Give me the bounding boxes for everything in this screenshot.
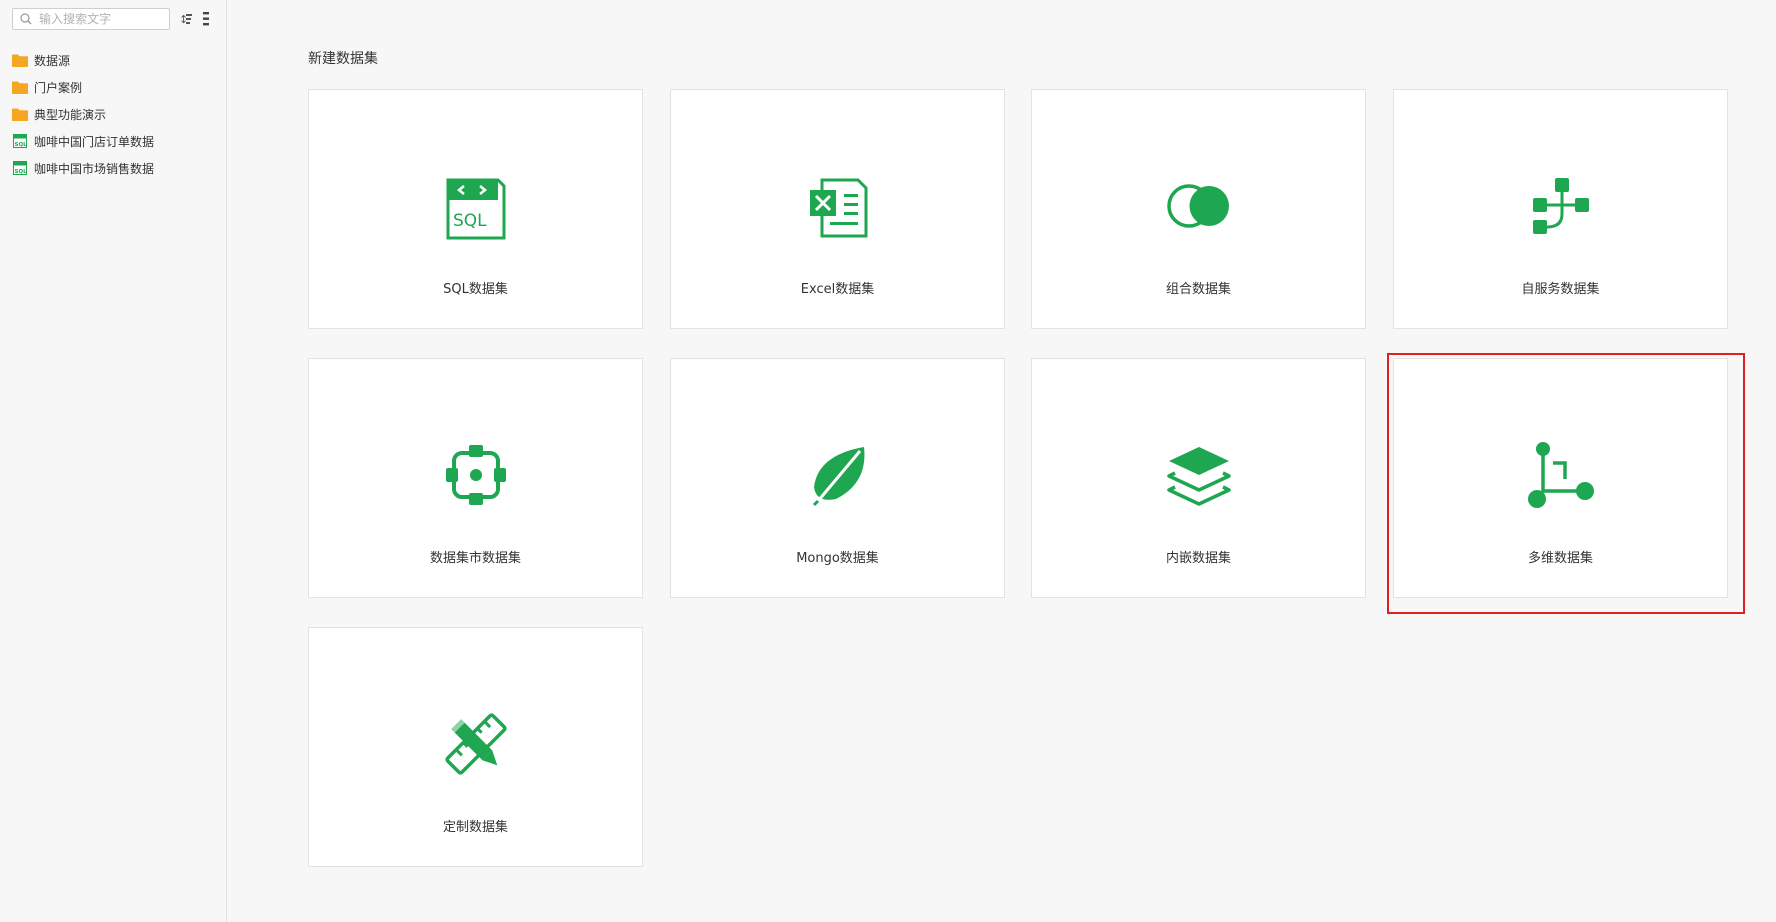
card-label: Mongo数据集 bbox=[796, 551, 879, 566]
self-service-icon bbox=[1532, 178, 1589, 234]
card-multidimensional-dataset[interactable]: 多维数据集 bbox=[1393, 358, 1728, 598]
card-combined-dataset[interactable]: 组合数据集 bbox=[1031, 89, 1366, 329]
card-label: 多维数据集 bbox=[1527, 551, 1593, 566]
tree-item-label: 门户案例 bbox=[34, 80, 83, 95]
card-label: SQL数据集 bbox=[443, 282, 508, 297]
card-mongo-dataset[interactable]: Mongo数据集 bbox=[670, 358, 1005, 598]
tree-item-coffee-store-orders[interactable]: SQL 咖啡中国门店订单数据 bbox=[12, 131, 154, 151]
page-title: 新建数据集 bbox=[308, 51, 378, 67]
card-embedded-dataset[interactable]: 内嵌数据集 bbox=[1031, 358, 1366, 598]
card-label: Excel数据集 bbox=[800, 282, 875, 297]
search-input[interactable] bbox=[39, 11, 165, 27]
tree-item-portal-cases[interactable]: 门户案例 bbox=[12, 77, 82, 97]
mongo-leaf-icon bbox=[812, 447, 864, 507]
search-box[interactable] bbox=[12, 8, 170, 30]
card-custom-dataset[interactable]: 定制数据集 bbox=[308, 627, 643, 867]
card-self-service-dataset[interactable]: 自服务数据集 bbox=[1393, 89, 1728, 329]
card-label: 内嵌数据集 bbox=[1165, 551, 1231, 566]
folder-icon bbox=[12, 80, 28, 94]
sql-dataset-icon: SQL bbox=[12, 161, 28, 175]
layers-icon bbox=[1166, 447, 1231, 506]
tree-item-feature-demo[interactable]: 典型功能演示 bbox=[12, 104, 106, 124]
svg-text:SQL: SQL bbox=[15, 169, 28, 175]
tree-item-label: 典型功能演示 bbox=[34, 107, 107, 122]
folder-icon bbox=[12, 107, 28, 121]
card-data-mart-dataset[interactable]: 数据集市数据集 bbox=[308, 358, 643, 598]
card-label: 组合数据集 bbox=[1165, 282, 1231, 297]
sql-dataset-icon: SQL bbox=[12, 134, 28, 148]
more-menu-icon[interactable] bbox=[199, 10, 213, 28]
combined-icon bbox=[1166, 184, 1229, 228]
card-label: 自服务数据集 bbox=[1521, 282, 1600, 297]
card-excel-dataset[interactable]: Excel数据集 bbox=[670, 89, 1005, 329]
search-icon bbox=[20, 13, 32, 25]
card-sql-dataset[interactable]: SQL SQL数据集 bbox=[308, 89, 643, 329]
svg-text:SQL: SQL bbox=[15, 142, 28, 148]
card-label: 数据集市数据集 bbox=[429, 551, 521, 566]
svg-text:SQL: SQL bbox=[453, 211, 487, 231]
tree-item-label: 数据源 bbox=[34, 53, 71, 68]
multidimensional-icon bbox=[1527, 442, 1594, 508]
sql-icon: SQL bbox=[446, 178, 505, 240]
sidebar: ↕ 数据源 门户案例 典型功能演示 SQL 咖啡中国门店订单数据 SQL bbox=[0, 0, 227, 922]
excel-icon bbox=[809, 178, 867, 238]
folder-icon bbox=[12, 53, 28, 67]
data-mart-icon bbox=[445, 445, 506, 505]
sort-icon[interactable]: ↕ bbox=[179, 10, 193, 28]
tree-item-label: 咖啡中国门店订单数据 bbox=[34, 134, 155, 149]
tree-item-label: 咖啡中国市场销售数据 bbox=[34, 161, 155, 176]
tree-item-coffee-market-sales[interactable]: SQL 咖啡中国市场销售数据 bbox=[12, 158, 154, 178]
tree-item-datasource[interactable]: 数据源 bbox=[12, 50, 70, 70]
pencil-ruler-icon bbox=[444, 713, 507, 775]
card-label: 定制数据集 bbox=[442, 820, 508, 835]
